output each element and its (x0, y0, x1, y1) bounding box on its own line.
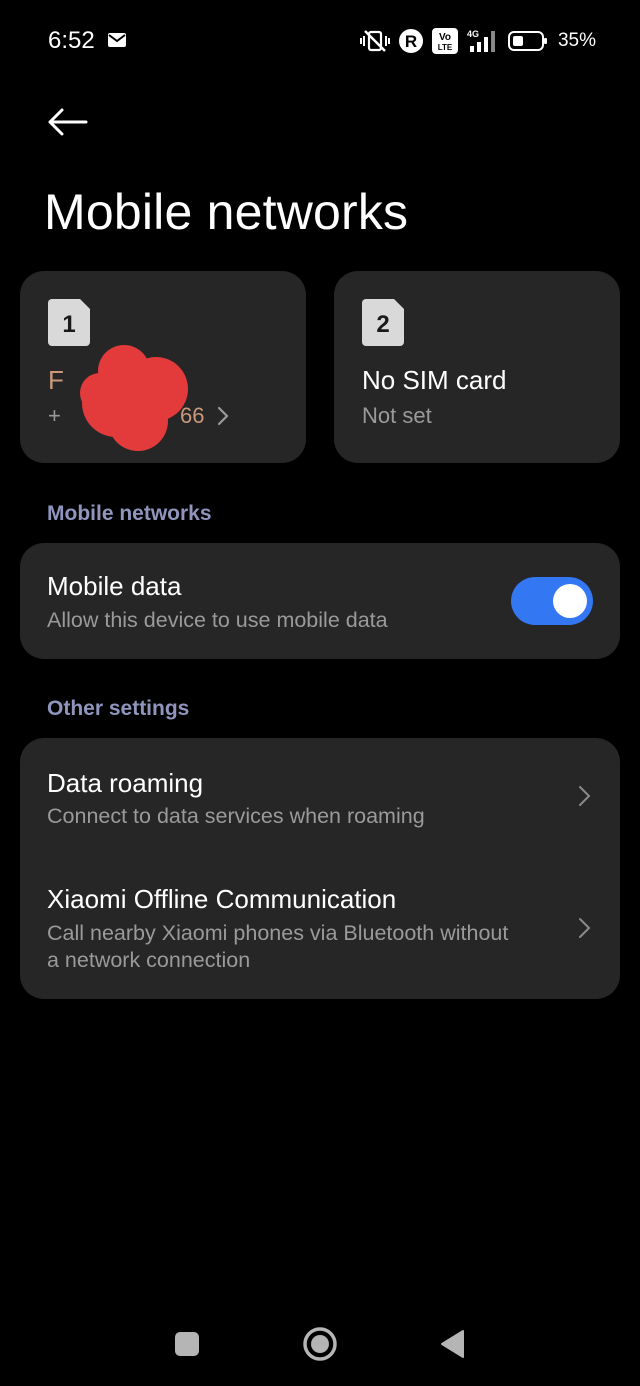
sim-1-icon: 1 (48, 299, 90, 346)
svg-text:LTE: LTE (438, 43, 453, 52)
clock: 6:52 (48, 27, 95, 54)
data-roaming-row[interactable]: Data roaming Connect to data services wh… (20, 738, 620, 850)
triangle-back-icon (441, 1330, 464, 1358)
mobile-data-title: Mobile data (47, 571, 182, 601)
offline-communication-subtitle-line1: Call nearby Xiaomi phones via Bluetooth … (47, 921, 509, 945)
chevron-right-icon (217, 406, 229, 426)
battery-icon (507, 30, 548, 52)
volte-icon: Vo LTE (431, 28, 458, 54)
sim-2-icon: 2 (362, 299, 404, 346)
page-title: Mobile networks (44, 184, 409, 240)
sim-1-badge-number: 1 (62, 310, 76, 338)
data-roaming-subtitle: Connect to data services when roaming (47, 804, 425, 828)
home-circle-icon (303, 1327, 337, 1361)
back-nav-button[interactable] (428, 1322, 476, 1366)
section-label-mobile-networks: Mobile networks (47, 502, 212, 525)
offline-communication-title: Xiaomi Offline Communication (47, 884, 397, 914)
mobile-data-toggle[interactable] (511, 577, 593, 625)
offline-communication-subtitle-line2: a network connection (47, 948, 251, 972)
svg-text:R: R (405, 32, 417, 51)
status-bar: 6:52 R Vo LTE 4G 35% (0, 0, 640, 84)
other-settings-card: Data roaming Connect to data services wh… (20, 738, 620, 999)
svg-text:Vo: Vo (439, 32, 451, 43)
chevron-right-icon (579, 786, 591, 806)
roaming-icon: R (398, 28, 424, 54)
chevron-right-icon (579, 918, 591, 938)
xiaomi-offline-communication-row[interactable]: Xiaomi Offline Communication Call nearby… (20, 850, 620, 999)
mobile-data-subtitle: Allow this device to use mobile data (47, 608, 388, 632)
sim-2-badge-number: 2 (376, 310, 390, 338)
sim-2-status: Not set (362, 403, 432, 428)
status-icons: R Vo LTE 4G 35% (359, 26, 596, 56)
toggle-knob (553, 584, 587, 618)
square-icon (175, 1332, 199, 1356)
recents-button[interactable] (164, 1324, 210, 1364)
mobile-data-row[interactable]: Mobile data Allow this device to use mob… (20, 543, 620, 659)
sim-1-card[interactable]: 1 F + 66 (20, 271, 306, 463)
battery-percent: 35% (557, 30, 596, 51)
arrow-left-icon (48, 108, 88, 136)
redaction-mark (80, 345, 188, 451)
home-button[interactable] (296, 1320, 344, 1368)
svg-text:4G: 4G (467, 29, 479, 39)
data-roaming-title: Data roaming (47, 768, 204, 798)
sim-1-number-prefix: + (48, 403, 61, 428)
back-button[interactable] (40, 100, 94, 144)
section-label-other-settings: Other settings (47, 697, 190, 720)
sim-1-name: F (48, 365, 64, 395)
sim-2-name: No SIM card (362, 365, 507, 395)
signal-4g-icon: 4G (466, 28, 500, 54)
message-notification-icon (108, 33, 126, 47)
sim-2-card[interactable]: 2 No SIM card Not set (334, 271, 620, 463)
navigation-bar (0, 1300, 640, 1386)
vibrate-off-icon (359, 29, 390, 53)
